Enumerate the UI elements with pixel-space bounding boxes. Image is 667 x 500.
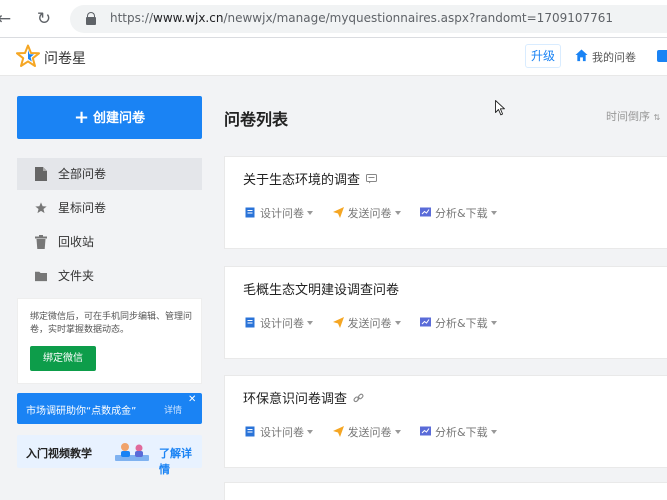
close-icon[interactable]: ✕ bbox=[188, 394, 196, 405]
upgrade-button[interactable]: 升级 bbox=[525, 44, 561, 68]
mouse-cursor-icon bbox=[495, 100, 505, 116]
send-icon bbox=[332, 207, 344, 218]
questionnaire-actions: 设计问卷 发送问卷 分析&下载 bbox=[245, 424, 513, 440]
bind-wechat-text: 绑定微信后，可在手机同步编辑、管理问卷，实时掌握数据动态。 bbox=[30, 312, 193, 335]
questionnaire-card[interactable] bbox=[224, 482, 667, 500]
link-icon bbox=[353, 393, 364, 403]
brand-name[interactable]: 问卷星 bbox=[44, 48, 86, 68]
browser-toolbar: ← ↻ https://www.wjx.cn/newwjx/manage/myq… bbox=[0, 0, 667, 38]
sidebar-item-starred[interactable]: 星标问卷 bbox=[17, 192, 202, 224]
questionnaire-card[interactable]: 关于生态环境的调查 设计问卷 发送问卷 分析&下载 bbox=[224, 156, 667, 249]
reload-icon[interactable]: ↻ bbox=[34, 9, 54, 29]
promo-banner[interactable]: 市场调研助你“点数成金” 详情 ✕ bbox=[17, 393, 202, 424]
page-title: 问卷列表 bbox=[224, 110, 289, 129]
video-illustration-icon bbox=[115, 443, 149, 461]
edit-icon bbox=[245, 426, 255, 437]
sort-arrows-icon: ⇅ bbox=[653, 113, 661, 122]
send-icon bbox=[332, 317, 344, 328]
design-questionnaire-button[interactable]: 设计问卷 bbox=[245, 315, 313, 331]
sort-dropdown[interactable]: 时间倒序 ⇅ bbox=[606, 108, 660, 124]
edit-icon bbox=[245, 207, 255, 218]
questionnaire-title[interactable]: 环保意识问卷调查 bbox=[243, 388, 364, 407]
sidebar-item-all[interactable]: 全部问卷 bbox=[17, 158, 202, 190]
trash-icon bbox=[35, 235, 47, 249]
analytics-icon bbox=[420, 426, 431, 436]
address-bar[interactable]: https://www.wjx.cn/newwjx/manage/myquest… bbox=[70, 5, 667, 33]
analytics-icon bbox=[420, 207, 431, 217]
analyze-download-button[interactable]: 分析&下载 bbox=[420, 315, 497, 331]
send-icon bbox=[332, 426, 344, 437]
video-more-link[interactable]: 了解详情 bbox=[159, 445, 202, 477]
url-text: https://www.wjx.cn/newwjx/manage/myquest… bbox=[110, 11, 614, 25]
user-icon[interactable] bbox=[657, 50, 667, 62]
questionnaire-actions: 设计问卷 发送问卷 分析&下载 bbox=[245, 205, 513, 221]
sidebar-item-label: 回收站 bbox=[58, 235, 95, 249]
questionnaire-card[interactable]: 毛概生态文明建设调查问卷 设计问卷 发送问卷 分析&下载 bbox=[224, 266, 667, 359]
design-questionnaire-button[interactable]: 设计问卷 bbox=[245, 205, 313, 221]
sidebar-item-label: 文件夹 bbox=[58, 269, 95, 283]
analyze-download-button[interactable]: 分析&下载 bbox=[420, 205, 497, 221]
sidebar-item-label: 星标问卷 bbox=[58, 201, 107, 215]
promo-text: 市场调研助你“点数成金” bbox=[26, 406, 137, 417]
back-arrow-icon[interactable]: ← bbox=[0, 9, 14, 29]
create-questionnaire-button[interactable]: + 创建问卷 bbox=[17, 96, 202, 139]
sidebar-item-trash[interactable]: 回收站 bbox=[17, 226, 202, 258]
video-tutorial-text: 入门视频教学 bbox=[26, 447, 92, 460]
home-icon[interactable] bbox=[575, 49, 588, 62]
star-logo-icon[interactable] bbox=[16, 44, 40, 68]
plus-icon: + bbox=[73, 107, 90, 128]
send-questionnaire-button[interactable]: 发送问卷 bbox=[332, 205, 401, 221]
design-questionnaire-button[interactable]: 设计问卷 bbox=[245, 424, 313, 440]
folder-icon bbox=[35, 271, 47, 282]
analyze-download-button[interactable]: 分析&下载 bbox=[420, 424, 497, 440]
questionnaire-actions: 设计问卷 发送问卷 分析&下载 bbox=[245, 315, 513, 331]
edit-icon bbox=[245, 317, 255, 328]
chat-icon bbox=[366, 174, 378, 184]
my-questionnaires-link[interactable]: 我的问卷 bbox=[592, 49, 636, 65]
app-header: 问卷星 升级 我的问卷 bbox=[0, 38, 667, 76]
promo-detail-link[interactable]: 详情 bbox=[164, 403, 182, 416]
star-icon bbox=[35, 202, 47, 214]
sidebar-item-label: 全部问卷 bbox=[58, 167, 107, 181]
document-icon bbox=[35, 167, 47, 181]
questionnaire-title[interactable]: 毛概生态文明建设调查问卷 bbox=[243, 279, 399, 298]
send-questionnaire-button[interactable]: 发送问卷 bbox=[332, 424, 401, 440]
questionnaire-card[interactable]: 环保意识问卷调查 设计问卷 发送问卷 分析&下载 bbox=[224, 375, 667, 468]
questionnaire-title[interactable]: 关于生态环境的调查 bbox=[243, 169, 378, 188]
video-tutorial-card[interactable]: 入门视频教学 了解详情 bbox=[17, 435, 202, 476]
analytics-icon bbox=[420, 317, 431, 327]
send-questionnaire-button[interactable]: 发送问卷 bbox=[332, 315, 401, 331]
sidebar-item-folder[interactable]: 文件夹 bbox=[17, 260, 202, 292]
lock-icon bbox=[86, 12, 96, 25]
bind-wechat-button[interactable]: 绑定微信 bbox=[30, 346, 96, 371]
bind-wechat-card: 绑定微信后，可在手机同步编辑、管理问卷，实时掌握数据动态。 绑定微信 bbox=[17, 298, 202, 384]
